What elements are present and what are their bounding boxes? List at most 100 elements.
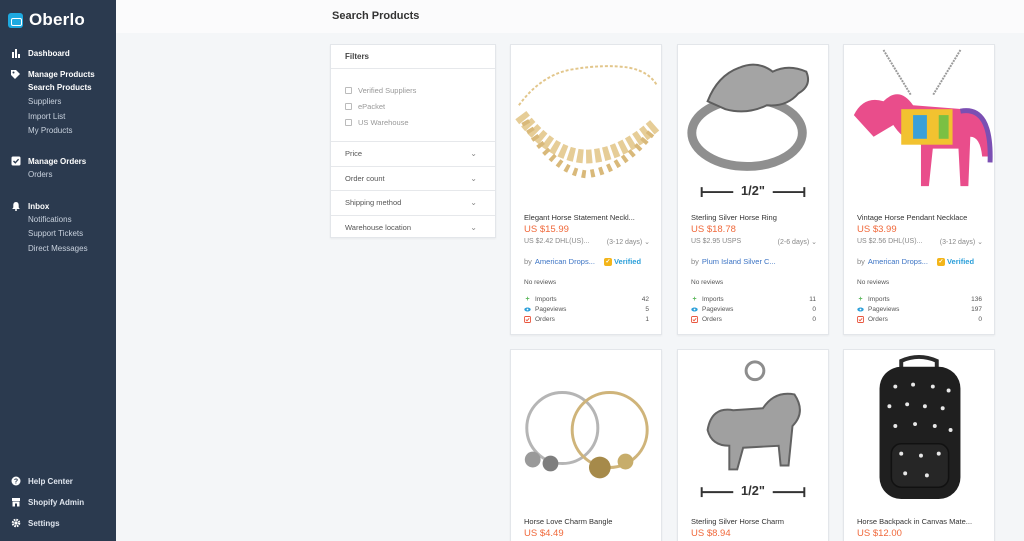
product-price: US $15.99 bbox=[524, 224, 569, 235]
checkbox[interactable] bbox=[345, 86, 352, 94]
sidebar-item-notifications[interactable]: Notifications bbox=[10, 213, 88, 227]
shipping-dropdown[interactable]: US $2.56 DHL(US)... (3-12 days) ⌄ bbox=[857, 238, 983, 246]
nav-head-manage-orders[interactable]: Manage Orders bbox=[10, 154, 86, 168]
filter-us-warehouse[interactable]: US Warehouse bbox=[345, 114, 495, 130]
filter-warehouse-location-accordion[interactable]: Warehouse location ⌄ bbox=[331, 216, 495, 241]
product-name[interactable]: Vintage Horse Pendant Necklace bbox=[857, 213, 987, 222]
product-image-horse-necklace[interactable] bbox=[511, 45, 661, 200]
nav-label-shopify-admin: Shopify Admin bbox=[28, 497, 85, 507]
shipping-cost: US $2.42 DHL(US)... bbox=[524, 238, 590, 245]
product-card[interactable]: Horse Backpack in Canvas Mate... US $12.… bbox=[843, 349, 995, 541]
nav-head-manage-products[interactable]: Manage Products bbox=[10, 67, 95, 81]
product-image-charm-bangle[interactable] bbox=[511, 350, 661, 505]
orders-icon bbox=[857, 315, 864, 323]
orders-icon bbox=[524, 315, 531, 323]
checkbox-label: US Warehouse bbox=[358, 117, 409, 127]
sidebar-item-import-list[interactable]: Import List bbox=[10, 110, 95, 124]
chevron-down-icon: ⌄ bbox=[977, 239, 983, 246]
nav-help-center[interactable]: ? Help Center bbox=[10, 474, 73, 488]
orders-label: Orders bbox=[702, 315, 722, 323]
supplier-prefix: by bbox=[524, 257, 532, 266]
sidebar-item-direct-messages[interactable]: Direct Messages bbox=[10, 242, 88, 256]
sidebar-item-search-products[interactable]: Search Products bbox=[10, 81, 95, 95]
product-card[interactable]: 1/2" Sterling Silver Horse Ring US $18.7… bbox=[677, 44, 829, 335]
supplier-link[interactable]: American Drops... bbox=[868, 257, 928, 266]
pageviews-count: 197 bbox=[971, 305, 982, 313]
product-card[interactable]: Elegant Horse Statement Neckl... US $15.… bbox=[510, 44, 662, 335]
product-price: US $18.78 bbox=[691, 224, 736, 235]
page-title: Search Products bbox=[332, 10, 420, 22]
delivery-time: (2-6 days) bbox=[777, 239, 810, 246]
imports-count: 11 bbox=[809, 295, 816, 303]
product-name[interactable]: Sterling Silver Horse Ring bbox=[691, 213, 821, 222]
help-circle-icon: ? bbox=[10, 476, 21, 487]
product-card[interactable]: Vintage Horse Pendant Necklace US $3.99 … bbox=[843, 44, 995, 335]
sidebar-item-suppliers[interactable]: Suppliers bbox=[10, 95, 95, 109]
filter-shipping-method-accordion[interactable]: Shipping method ⌄ bbox=[331, 191, 495, 216]
pageviews-label: Pageviews bbox=[702, 305, 734, 313]
oberlo-logo[interactable]: Oberlo bbox=[8, 10, 85, 30]
checkbox[interactable] bbox=[345, 102, 352, 110]
filters-title: Filters bbox=[331, 45, 495, 69]
checkbox[interactable] bbox=[345, 118, 352, 126]
filter-epacket[interactable]: ePacket bbox=[345, 98, 495, 114]
nav-label-settings: Settings bbox=[28, 518, 60, 528]
product-image-horse-backpack[interactable] bbox=[844, 350, 994, 505]
product-image-horse-ring[interactable]: 1/2" bbox=[678, 45, 828, 200]
reviews-text: No reviews bbox=[691, 279, 724, 286]
pageviews-label: Pageviews bbox=[868, 305, 900, 313]
shipping-dropdown[interactable]: US $2.42 DHL(US)... (3-12 days) ⌄ bbox=[524, 238, 650, 246]
filter-price-accordion[interactable]: Price ⌄ bbox=[331, 142, 495, 167]
product-card[interactable]: Horse Love Charm Bangle US $4.49 bbox=[510, 349, 662, 541]
pageviews-label: Pageviews bbox=[535, 305, 567, 313]
product-name[interactable]: Horse Backpack in Canvas Mate... bbox=[857, 517, 987, 526]
checkbox-label: ePacket bbox=[358, 101, 386, 111]
oberlo-logo-icon bbox=[8, 12, 23, 28]
shipping-dropdown[interactable]: US $2.95 USPS (2-6 days) ⌄ bbox=[691, 238, 817, 246]
sidebar-item-orders[interactable]: Orders bbox=[10, 168, 86, 182]
sidebar-item-my-products[interactable]: My Products bbox=[10, 124, 95, 138]
chevron-down-icon: ⌄ bbox=[644, 239, 650, 246]
plus-icon: + bbox=[858, 295, 863, 303]
supplier-link[interactable]: Plum Island Silver C... bbox=[702, 257, 776, 266]
supplier-line: by American Drops... ✓ Verified bbox=[857, 257, 974, 266]
product-stats: + Imports 136 Pageviews 197 Orders 0 bbox=[857, 294, 982, 324]
product-image-horse-pendant[interactable] bbox=[844, 45, 994, 200]
orders-count: 0 bbox=[812, 315, 816, 323]
chevron-down-icon: ⌄ bbox=[470, 149, 477, 159]
product-price: US $3.99 bbox=[857, 224, 897, 235]
chevron-down-icon: ⌄ bbox=[470, 173, 477, 183]
product-name[interactable]: Elegant Horse Statement Neckl... bbox=[524, 213, 654, 222]
supplier-link[interactable]: American Drops... bbox=[535, 257, 595, 266]
eye-icon bbox=[524, 306, 531, 313]
orders-count: 0 bbox=[978, 315, 982, 323]
accordion-label: Shipping method bbox=[345, 198, 402, 208]
product-stats: + Imports 42 Pageviews 5 Orders 1 bbox=[524, 294, 649, 324]
pageviews-count: 5 bbox=[645, 305, 649, 313]
imports-label: Imports bbox=[535, 295, 557, 303]
checkbox-label: Verified Suppliers bbox=[358, 85, 417, 95]
nav-settings[interactable]: Settings bbox=[10, 516, 60, 530]
product-stats: + Imports 11 Pageviews 0 Orders 0 bbox=[691, 294, 816, 324]
verified-label: Verified bbox=[613, 257, 642, 266]
nav-inbox: Inbox Notifications Support Tickets Dire… bbox=[10, 199, 88, 256]
product-card[interactable]: 1/2" Sterling Silver Horse Charm US $8.9… bbox=[677, 349, 829, 541]
product-image-horse-charm[interactable]: 1/2" bbox=[678, 350, 828, 505]
product-name[interactable]: Horse Love Charm Bangle bbox=[524, 517, 654, 526]
supplier-prefix: by bbox=[857, 257, 865, 266]
verified-badge: ✓ Verified bbox=[936, 257, 974, 266]
nav-head-inbox[interactable]: Inbox bbox=[10, 199, 88, 213]
product-name[interactable]: Sterling Silver Horse Charm bbox=[691, 517, 821, 526]
store-icon bbox=[10, 497, 21, 508]
tag-icon bbox=[10, 69, 21, 80]
sidebar-item-support-tickets[interactable]: Support Tickets bbox=[10, 227, 88, 241]
bar-chart-icon bbox=[10, 48, 21, 59]
nav-dashboard[interactable]: Dashboard bbox=[10, 46, 70, 60]
filters-panel: Filters Verified Suppliers ePacket US Wa… bbox=[330, 44, 496, 238]
eye-icon bbox=[857, 306, 864, 313]
filter-verified-suppliers[interactable]: Verified Suppliers bbox=[345, 82, 495, 98]
nav-shopify-admin[interactable]: Shopify Admin bbox=[10, 495, 84, 509]
filter-checkbox-list: Verified Suppliers ePacket US Warehouse bbox=[331, 69, 495, 142]
filter-order-count-accordion[interactable]: Order count ⌄ bbox=[331, 167, 495, 191]
sidebar: Oberlo Dashboard Manage Products Search … bbox=[0, 0, 116, 541]
